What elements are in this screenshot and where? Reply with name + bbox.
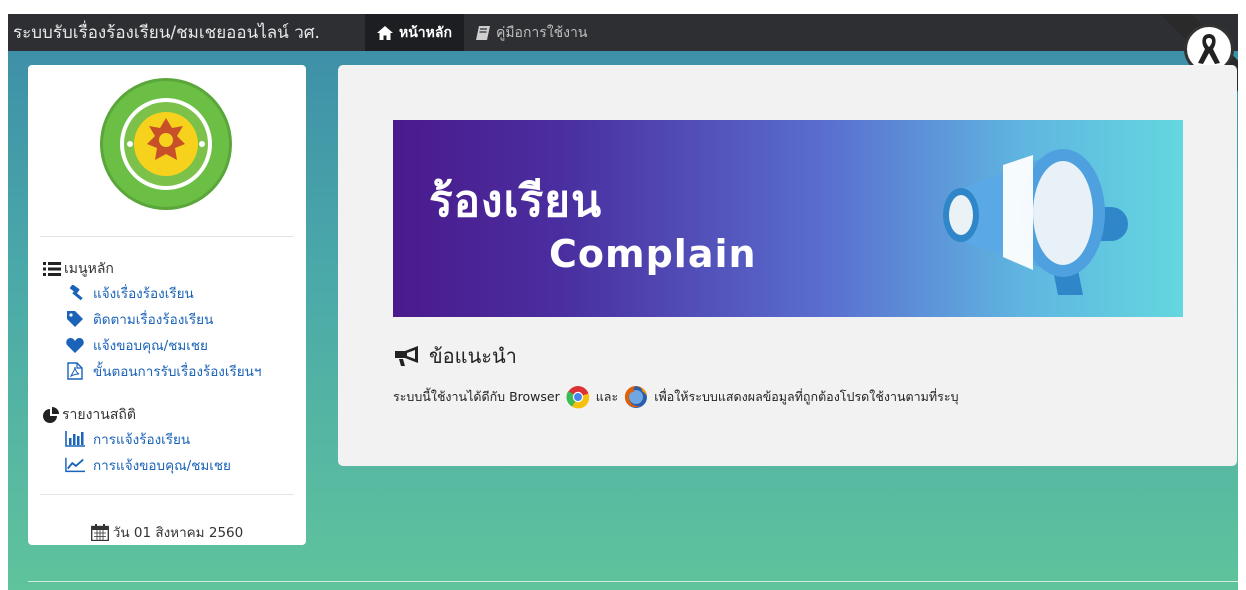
advice-text: ระบบนี้ใช้งานได้ดีกับ Browser และ เพื่อใ… — [393, 385, 959, 409]
tag-icon — [67, 311, 83, 327]
pdf-file-icon — [67, 362, 83, 380]
menu-item-complain-label: แจ้งเรื่องร้องเรียน — [93, 286, 194, 302]
banner-title-english: Complain — [549, 232, 757, 276]
list-icon — [43, 262, 61, 276]
nav-manual-label: คู่มือการใช้งาน — [495, 24, 588, 41]
nav-manual[interactable]: คู่มือการใช้งาน — [464, 14, 599, 51]
menu-item-complain-stats[interactable]: การแจ้งร้องเรียน — [65, 428, 190, 450]
menu-item-thanks-label: แจ้งขอบคุณ/ชมเชย — [93, 338, 208, 354]
site-brand[interactable]: ระบบรับเรื่องร้องเรียน/ชมเชยออนไลน์ วศ. — [8, 19, 365, 46]
menu-item-track[interactable]: ติดตามเรื่องร้องเรียน — [65, 308, 213, 330]
sidebar-divider-bottom — [40, 494, 294, 495]
advice-title-text: ข้อแนะนำ — [429, 344, 517, 368]
firefox-icon — [625, 386, 648, 408]
top-navbar: ระบบรับเรื่องร้องเรียน/ชมเชยออนไลน์ วศ. … — [8, 14, 1238, 94]
sidebar-divider — [40, 236, 294, 237]
main-panel: ร้องเรียน Complain ข้อแนะนำ ระบบนี้ใช้งา… — [338, 65, 1237, 466]
menu-item-track-label: ติดตามเรื่องร้องเรียน — [93, 312, 214, 328]
stats-menu-title: รายงานสถิติ — [62, 407, 136, 423]
nav-home[interactable]: หน้าหลัก — [365, 14, 464, 51]
bar-chart-icon — [65, 431, 85, 447]
home-icon — [377, 25, 393, 40]
page-frame: ระบบรับเรื่องร้องเรียน/ชมเชยออนไลน์ วศ. … — [8, 14, 1238, 590]
nav-home-label: หน้าหลัก — [399, 24, 452, 41]
line-chart-icon — [65, 457, 85, 473]
heart-icon — [66, 337, 84, 353]
stats-menu-heading: รายงานสถิติ — [43, 404, 136, 426]
current-date: วัน 01 สิงหาคม 2560 — [28, 521, 306, 543]
book-icon — [475, 25, 490, 40]
main-menu-heading: เมนูหลัก — [43, 258, 114, 280]
menu-item-thanks[interactable]: แจ้งขอบคุณ/ชมเชย — [65, 334, 208, 356]
bullhorn-icon — [395, 346, 418, 366]
advice-heading: ข้อแนะนำ — [393, 340, 517, 372]
main-menu-title: เมนูหลัก — [64, 261, 114, 277]
megaphone-icon — [943, 149, 1128, 295]
department-logo — [97, 76, 235, 212]
footer-divider — [28, 581, 1238, 582]
calendar-icon — [90, 523, 109, 541]
current-date-text: วัน 01 สิงหาคม 2560 — [112, 525, 244, 541]
advice-text-and: และ — [595, 389, 619, 404]
menu-item-thanks-stats[interactable]: การแจ้งขอบคุณ/ชมเชย — [65, 454, 231, 476]
gavel-icon — [69, 285, 83, 301]
pie-chart-icon — [43, 407, 59, 423]
menu-item-complain-stats-label: การแจ้งร้องเรียน — [93, 432, 191, 448]
banner-title-thai: ร้องเรียน — [429, 176, 603, 227]
sidebar: เมนูหลัก แจ้งเรื่องร้องเรียน ติดตามเรื่อ… — [28, 65, 306, 545]
menu-item-thanks-stats-label: การแจ้งขอบคุณ/ชมเชย — [93, 458, 231, 474]
chrome-icon — [566, 386, 589, 409]
advice-text-before: ระบบนี้ใช้งานได้ดีกับ Browser — [393, 389, 560, 404]
menu-item-complain[interactable]: แจ้งเรื่องร้องเรียน — [65, 282, 194, 304]
advice-text-after: เพื่อให้ระบบแสดงผลข้อมูลที่ถูกต้องโปรดใช… — [654, 389, 959, 404]
complain-banner[interactable]: ร้องเรียน Complain — [393, 120, 1183, 317]
menu-item-procedure[interactable]: ขั้นตอนการรับเรื่องร้องเรียนฯ — [65, 360, 262, 382]
menu-item-procedure-label: ขั้นตอนการรับเรื่องร้องเรียนฯ — [93, 364, 262, 380]
